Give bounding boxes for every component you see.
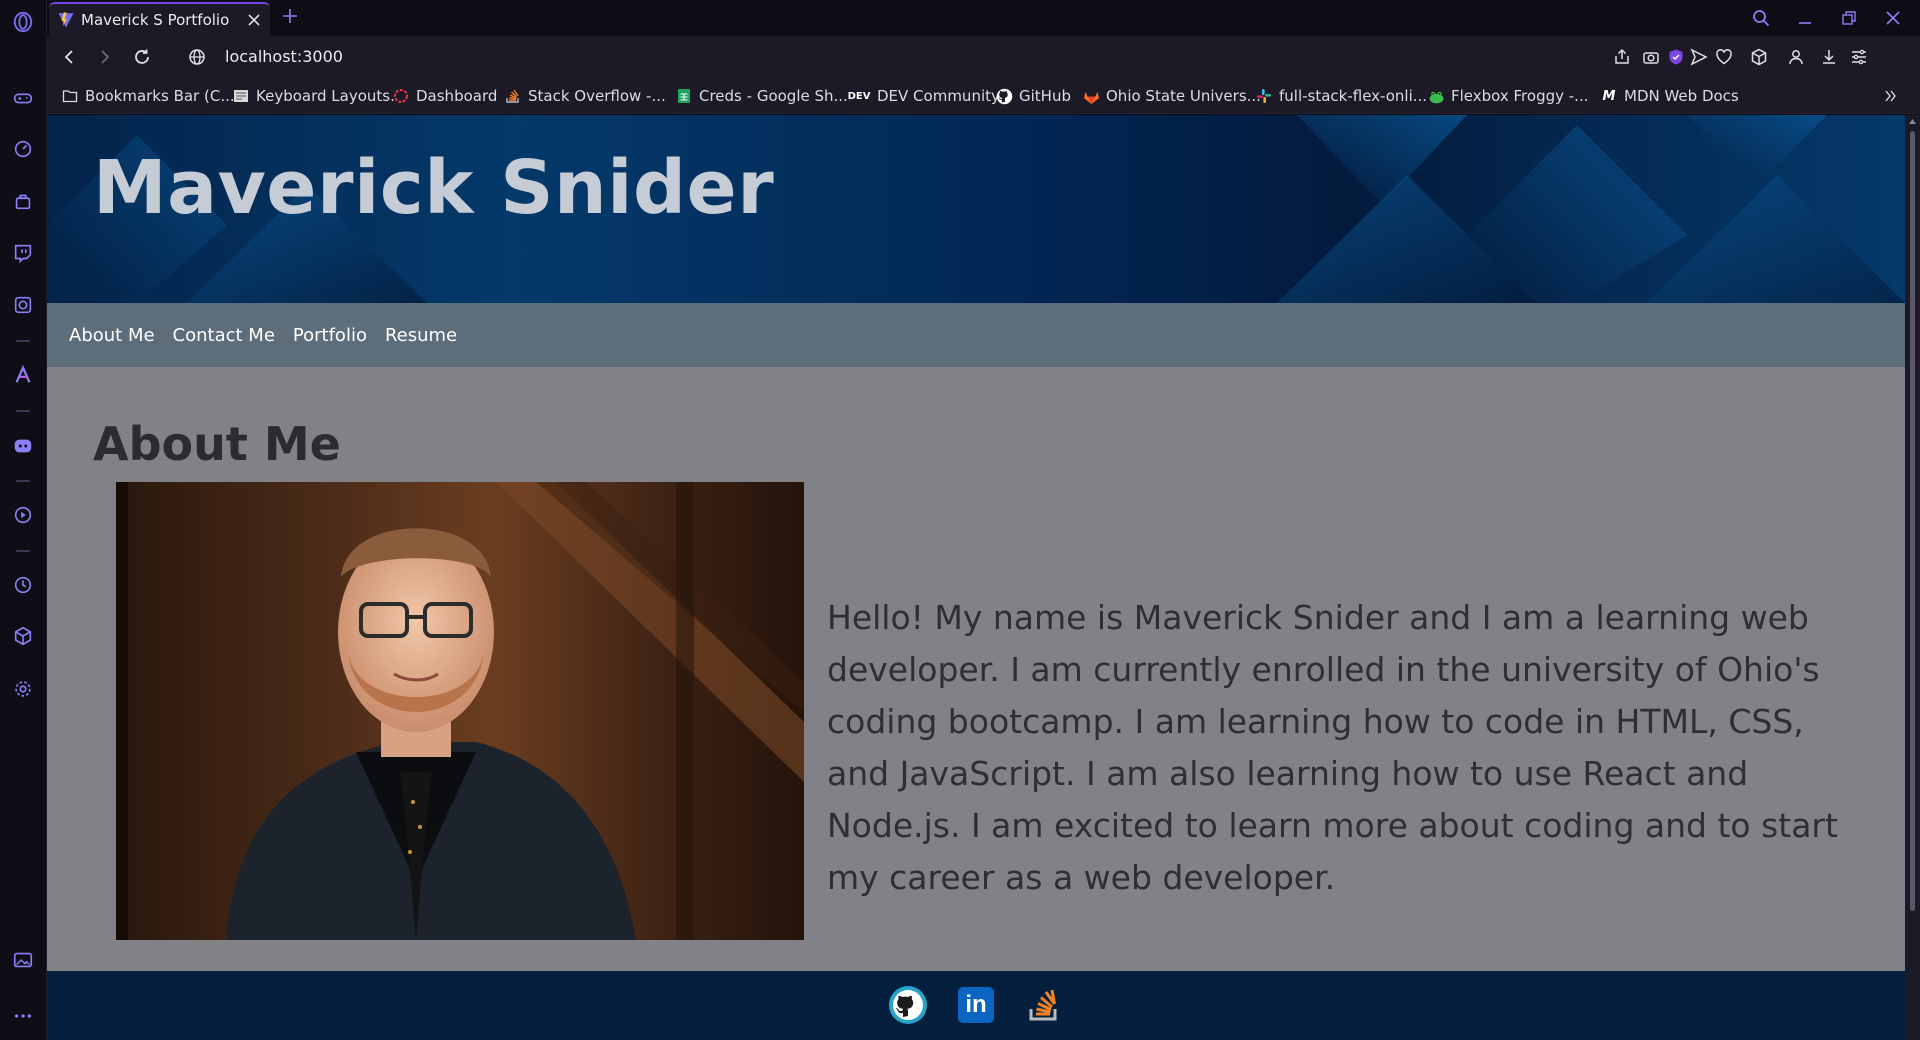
- nav-link-contact[interactable]: Contact Me: [173, 325, 275, 346]
- easy-setup-menu-icon[interactable]: [1847, 45, 1871, 69]
- bookmarks-bar: Bookmarks Bar (C... Keyboard Layouts. Da…: [47, 78, 1920, 114]
- more-dots-icon[interactable]: [11, 1004, 35, 1028]
- dev-icon: DEV: [847, 90, 871, 102]
- mdn-icon: M: [1602, 88, 1616, 104]
- address-bar: localhost:3000: [47, 36, 1920, 78]
- cube-icon[interactable]: [11, 624, 35, 648]
- bookmark-item[interactable]: full-stack-flex-onli...: [1255, 85, 1427, 107]
- nav-link-about[interactable]: About Me: [69, 325, 155, 346]
- bag-icon[interactable]: [11, 189, 35, 213]
- bookmark-item[interactable]: Bookmarks Bar (C...: [61, 85, 235, 107]
- hero-title: Maverick Snider: [93, 145, 775, 231]
- bookmark-label: Flexbox Froggy -...: [1451, 87, 1589, 105]
- new-tab-plus-icon[interactable]: [278, 4, 302, 28]
- github-icon[interactable]: [888, 985, 928, 1025]
- speed-dial-icon[interactable]: [11, 137, 35, 161]
- bookmark-item[interactable]: Keyboard Layouts.: [232, 85, 395, 107]
- bookmark-label: Dashboard: [416, 87, 498, 105]
- bookmark-item[interactable]: Flexbox Froggy -...: [1427, 85, 1588, 107]
- restore-icon[interactable]: [1833, 4, 1865, 32]
- bookmark-item[interactable]: DEV DEV Community: [847, 85, 1000, 107]
- vpn-shield-icon[interactable]: [1664, 45, 1688, 69]
- bookmark-item[interactable]: Dashboard: [392, 85, 497, 107]
- tab-close-icon[interactable]: [242, 8, 266, 32]
- gallery-icon[interactable]: [11, 948, 35, 972]
- site-navbar: About Me Contact Me Portfolio Resume: [47, 303, 1905, 367]
- site-info-globe-icon[interactable]: [185, 45, 209, 69]
- linkedin-icon[interactable]: in: [956, 985, 996, 1025]
- play-circle-icon[interactable]: [11, 503, 35, 527]
- forward-arrow-icon[interactable]: [93, 45, 117, 69]
- bookmark-label: Ohio State Univers...: [1106, 87, 1261, 105]
- opera-sidebar: [0, 0, 47, 1040]
- tab-title: Maverick S Portfolio: [81, 11, 230, 29]
- bookmark-label: MDN Web Docs: [1624, 87, 1739, 105]
- nav-link-portfolio[interactable]: Portfolio: [293, 325, 367, 346]
- close-window-icon[interactable]: [1877, 4, 1909, 32]
- download-icon[interactable]: [1817, 45, 1841, 69]
- gitlab-icon: [1082, 87, 1100, 105]
- bookmark-item[interactable]: Ohio State Univers...: [1082, 85, 1261, 107]
- hero-banner: Maverick Snider: [47, 115, 1905, 303]
- url-field[interactable]: localhost:3000: [225, 45, 343, 69]
- bookmark-label: DEV Community: [877, 87, 1000, 105]
- page-viewport: Maverick Snider About Me Contact Me Port…: [47, 115, 1905, 1040]
- tab-active[interactable]: Maverick S Portfolio: [49, 2, 270, 36]
- minimize-icon[interactable]: [1789, 4, 1821, 32]
- send-icon[interactable]: [1687, 45, 1711, 69]
- sidebar-separator: [16, 480, 30, 482]
- sidebar-separator: [16, 340, 30, 342]
- folder-icon: [61, 87, 79, 105]
- back-arrow-icon[interactable]: [57, 45, 81, 69]
- profile-photo: [116, 482, 804, 940]
- bookmark-label: Stack Overflow -...: [528, 87, 666, 105]
- nav-link-resume[interactable]: Resume: [385, 325, 457, 346]
- bookmark-item[interactable]: GitHub: [995, 85, 1071, 107]
- heart-icon[interactable]: [1712, 45, 1736, 69]
- aria-icon[interactable]: [11, 363, 35, 387]
- dashboard-icon: [392, 87, 410, 105]
- bookmark-label: Bookmarks Bar (C...: [85, 87, 235, 105]
- bookmark-item[interactable]: Creds - Google Sh...: [675, 85, 848, 107]
- bookmark-label: Creds - Google Sh...: [699, 87, 848, 105]
- bio-text: Hello! My name is Maverick Snider and I …: [827, 598, 1838, 897]
- profile-icon[interactable]: [1784, 45, 1808, 69]
- player-icon[interactable]: [11, 293, 35, 317]
- camera-icon[interactable]: [1639, 45, 1663, 69]
- bookmark-item[interactable]: Stack Overflow -...: [504, 85, 666, 107]
- frog-icon: [1427, 87, 1445, 105]
- bookmark-label: full-stack-flex-onli...: [1279, 87, 1428, 105]
- page-scrollbar[interactable]: [1905, 115, 1920, 1040]
- share-icon[interactable]: [1610, 45, 1634, 69]
- github-icon: [995, 87, 1013, 105]
- bookmarks-overflow-chevron-icon[interactable]: [1880, 85, 1902, 107]
- stackoverflow-icon: [504, 87, 522, 105]
- search-tabs-icon[interactable]: [1745, 4, 1777, 32]
- opera-logo-icon[interactable]: [11, 10, 35, 34]
- keyboard-icon: [232, 87, 250, 105]
- section-title: About Me: [93, 417, 341, 471]
- discord-icon[interactable]: [11, 434, 35, 458]
- bookmark-item[interactable]: M MDN Web Docs: [1600, 85, 1739, 107]
- settings-gear-icon[interactable]: [11, 677, 35, 701]
- scroll-up-arrow-icon[interactable]: [1908, 117, 1917, 126]
- twitch-icon[interactable]: [11, 241, 35, 265]
- site-footer: in: [47, 971, 1905, 1040]
- gamepad-icon[interactable]: [11, 86, 35, 110]
- sidebar-separator: [16, 550, 30, 552]
- scroll-thumb[interactable]: [1910, 131, 1915, 911]
- bookmark-label: GitHub: [1019, 87, 1071, 105]
- tab-bar: Maverick S Portfolio: [47, 0, 1920, 36]
- vite-favicon-icon: [58, 12, 74, 28]
- sidebar-separator: [16, 410, 30, 412]
- slack-icon: [1255, 87, 1273, 105]
- sheets-icon: [675, 87, 693, 105]
- linkedin-label: in: [965, 991, 987, 1018]
- bookmark-label: Keyboard Layouts.: [256, 87, 395, 105]
- extensions-cube-icon[interactable]: [1747, 45, 1771, 69]
- history-icon[interactable]: [11, 573, 35, 597]
- about-section: About Me Hello! My name is Maverick Snid…: [47, 367, 1905, 971]
- stackoverflow-icon[interactable]: [1024, 985, 1064, 1025]
- reload-icon[interactable]: [130, 45, 154, 69]
